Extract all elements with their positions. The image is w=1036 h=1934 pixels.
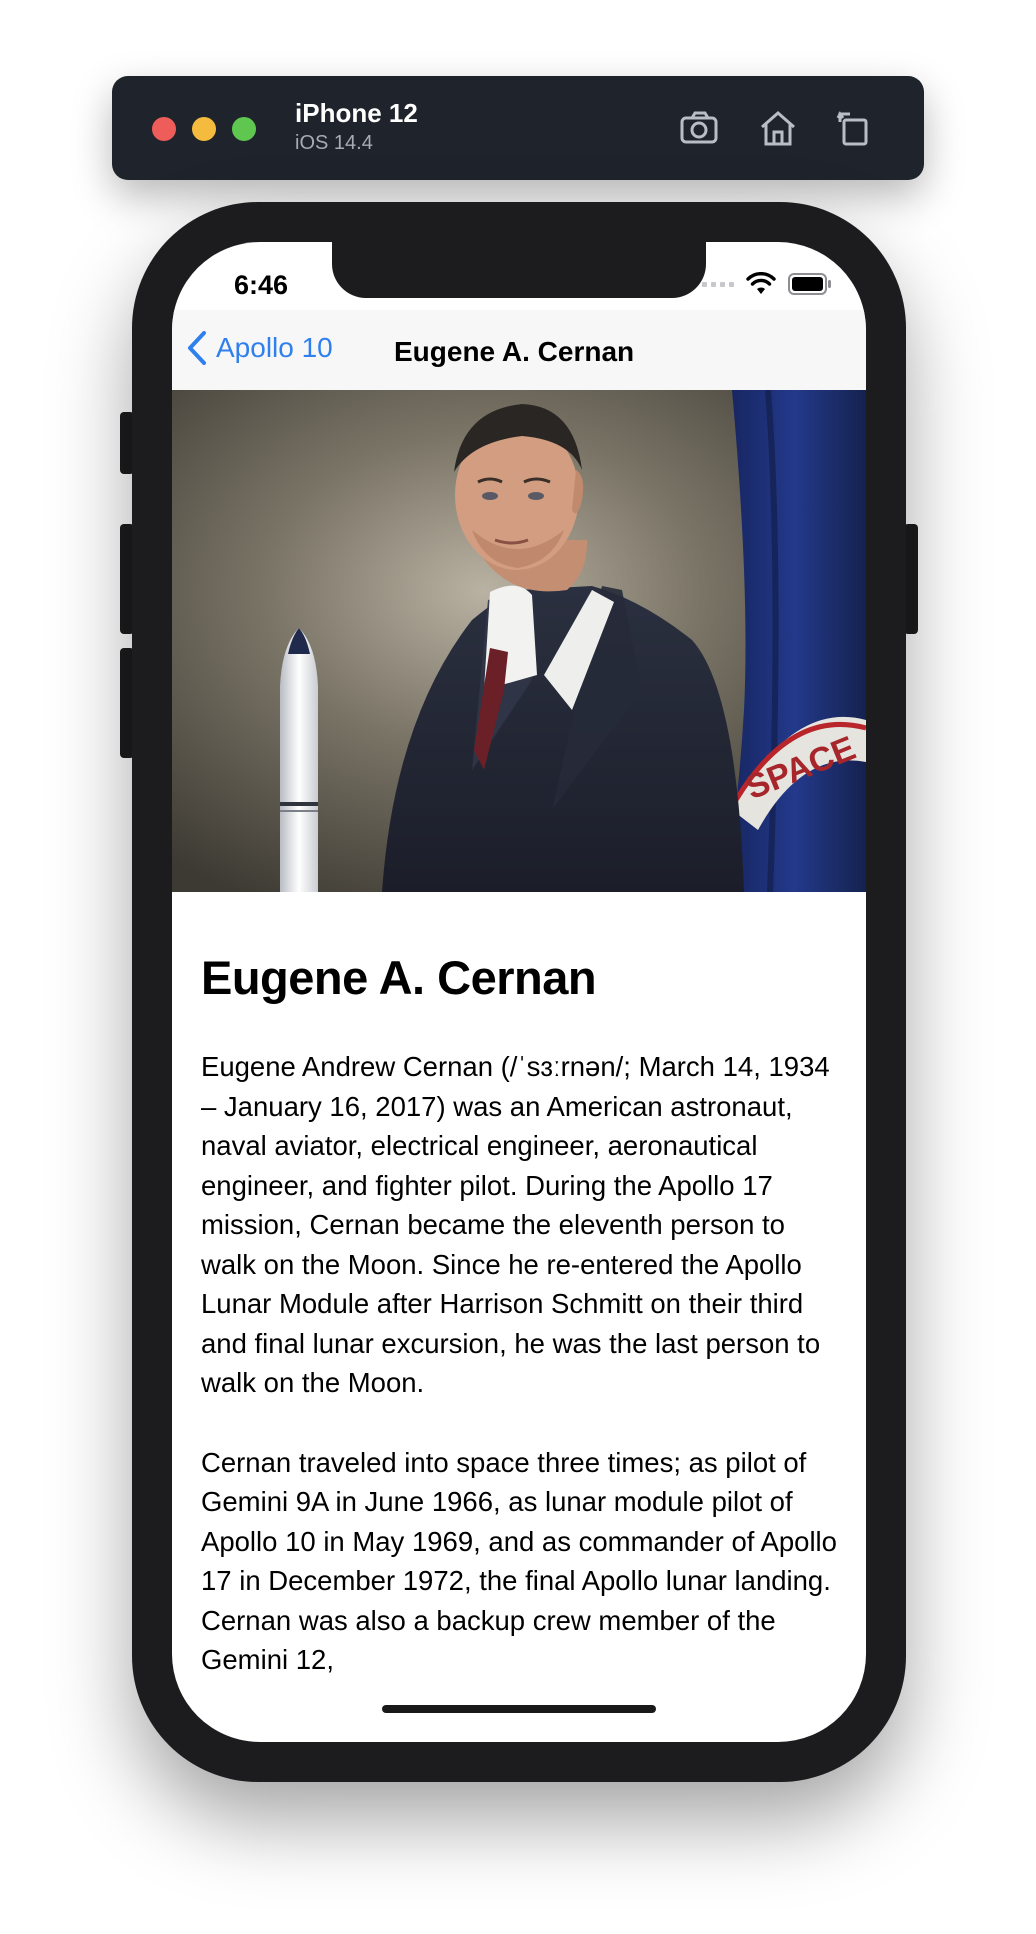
notch: [332, 242, 706, 298]
status-time: 6:46: [234, 270, 289, 300]
rocket-model: [280, 628, 318, 892]
minimize-window-button[interactable]: [192, 117, 216, 141]
cellular-signal-icon: [702, 281, 734, 287]
chevron-left-icon: [188, 331, 206, 365]
power-button: [904, 524, 918, 634]
battery-icon: [788, 273, 831, 295]
status-icons: [702, 272, 832, 296]
camera-icon: [680, 111, 718, 144]
home-icon: [761, 111, 795, 146]
rotate-button[interactable]: [832, 106, 876, 150]
rotate-icon: [836, 111, 868, 146]
article-content: Eugene A. Cernan Eugene Andrew Cernan (/…: [201, 902, 841, 1680]
os-version: iOS 14.4: [295, 132, 373, 154]
home-button[interactable]: [756, 106, 800, 150]
close-window-button[interactable]: [152, 117, 176, 141]
home-indicator[interactable]: [382, 1705, 656, 1713]
device-name: iPhone 12: [295, 98, 418, 128]
phone-frame: 6:46 Apollo 10 Eugene A. Cernan SPACE Eu…: [132, 202, 906, 1782]
navigation-bar: Apollo 10 Eugene A. Cernan: [172, 310, 866, 390]
back-button[interactable]: Apollo 10: [186, 326, 333, 370]
back-button-label: Apollo 10: [216, 332, 333, 363]
screenshot-button[interactable]: [678, 106, 722, 150]
simulator-toolbar: iPhone 12 iOS 14.4: [112, 76, 924, 180]
astronaut-portrait: SPACE: [172, 390, 866, 892]
article-paragraph: Eugene Andrew Cernan (/ˈsɜːrnən/; March …: [201, 1051, 830, 1398]
phone-screen: 6:46 Apollo 10 Eugene A. Cernan SPACE Eu…: [172, 242, 866, 1742]
wifi-icon: [746, 272, 776, 294]
article-paragraph: Cernan traveled into space three times; …: [201, 1446, 837, 1676]
nav-title: Eugene A. Cernan: [394, 336, 635, 367]
article-heading: Eugene A. Cernan: [201, 951, 597, 1004]
zoom-window-button[interactable]: [232, 117, 256, 141]
